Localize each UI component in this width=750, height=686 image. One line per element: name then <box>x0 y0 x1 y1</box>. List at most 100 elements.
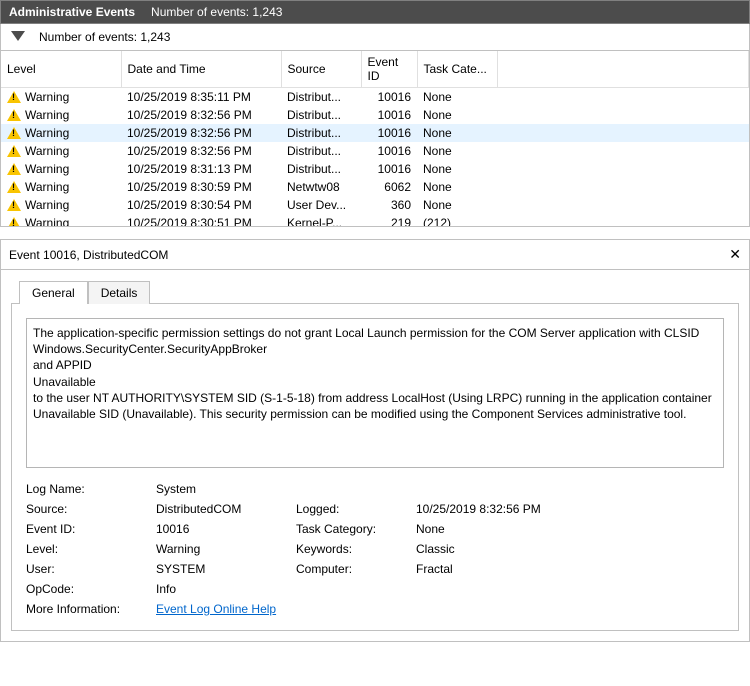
lbl-computer: Computer: <box>296 562 416 576</box>
cell-level: Warning <box>25 108 69 122</box>
detail-titlebar: Event 10016, DistributedCOM ✕ <box>1 240 749 270</box>
cell-date: 10/25/2019 8:32:56 PM <box>121 124 281 142</box>
val-opcode: Info <box>156 582 596 596</box>
table-header-row: Level Date and Time Source Event ID Task… <box>1 51 749 88</box>
lbl-level: Level: <box>26 542 156 556</box>
event-meta-grid: Log Name: System Source: DistributedCOM … <box>26 482 724 616</box>
table-row[interactable]: Warning10/25/2019 8:32:56 PMDistribut...… <box>1 142 749 160</box>
header-title: Administrative Events <box>9 5 135 19</box>
cell-source: Netwtw08 <box>281 178 361 196</box>
cell-event-id: 10016 <box>361 142 417 160</box>
cell-date: 10/25/2019 8:31:13 PM <box>121 160 281 178</box>
cell-task-cat: None <box>417 88 497 107</box>
events-table-scroll[interactable]: Level Date and Time Source Event ID Task… <box>0 51 750 227</box>
cell-level: Warning <box>25 162 69 176</box>
cell-level: Warning <box>25 198 69 212</box>
cell-event-id: 360 <box>361 196 417 214</box>
warning-icon <box>7 127 21 139</box>
cell-date: 10/25/2019 8:35:11 PM <box>121 88 281 107</box>
val-event-id: 10016 <box>156 522 296 536</box>
cell-task-cat: (212) <box>417 214 497 227</box>
val-task-cat: None <box>416 522 596 536</box>
cell-task-cat: None <box>417 142 497 160</box>
cell-source: Kernel-P... <box>281 214 361 227</box>
warning-icon <box>7 181 21 193</box>
cell-task-cat: None <box>417 178 497 196</box>
filter-icon[interactable] <box>11 31 25 43</box>
table-row[interactable]: Warning 10/25/2019 8:30:51 PMKernel-P...2… <box>1 214 749 227</box>
cell-level: Warning <box>25 90 69 104</box>
table-row[interactable]: Warning 10/25/2019 8:35:11 PMDistribut...… <box>1 88 749 107</box>
col-header-source[interactable]: Source <box>281 51 361 88</box>
event-detail-pane: Event 10016, DistributedCOM ✕ General De… <box>0 239 750 642</box>
cell-date: 10/25/2019 8:32:56 PM <box>121 106 281 124</box>
col-header-spacer <box>497 51 749 88</box>
header-bar: Administrative Events Number of events: … <box>0 0 750 24</box>
cell-source: Distribut... <box>281 88 361 107</box>
more-info-link[interactable]: Event Log Online Help <box>156 602 276 616</box>
filter-bar: Number of events: 1,243 <box>0 24 750 51</box>
cell-task-cat: None <box>417 106 497 124</box>
warning-icon <box>7 109 21 121</box>
val-logged: 10/25/2019 8:32:56 PM <box>416 502 596 516</box>
lbl-source: Source: <box>26 502 156 516</box>
cell-task-cat: None <box>417 196 497 214</box>
warning-icon <box>7 217 21 227</box>
header-count: Number of events: 1,243 <box>151 5 282 19</box>
close-icon[interactable]: ✕ <box>729 246 741 263</box>
lbl-keywords: Keywords: <box>296 542 416 556</box>
cell-task-cat: None <box>417 160 497 178</box>
cell-level: Warning <box>25 216 69 227</box>
warning-icon <box>7 145 21 157</box>
cell-event-id: 10016 <box>361 160 417 178</box>
val-user: SYSTEM <box>156 562 296 576</box>
cell-event-id: 10016 <box>361 124 417 142</box>
cell-source: Distribut... <box>281 124 361 142</box>
val-level: Warning <box>156 542 296 556</box>
cell-date: 10/25/2019 8:30:51 PM <box>121 214 281 227</box>
detail-title-text: Event 10016, DistributedCOM <box>9 248 168 262</box>
cell-source: Distribut... <box>281 160 361 178</box>
tab-page-general: The application-specific permission sett… <box>11 303 739 631</box>
col-header-task-category[interactable]: Task Cate... <box>417 51 497 88</box>
warning-icon <box>7 91 21 103</box>
val-computer: Fractal <box>416 562 596 576</box>
table-row[interactable]: Warning10/25/2019 8:30:54 PMUser Dev...3… <box>1 196 749 214</box>
cell-event-id: 6062 <box>361 178 417 196</box>
val-source: DistributedCOM <box>156 502 296 516</box>
cell-level: Warning <box>25 126 69 140</box>
table-row[interactable]: Warning 10/25/2019 8:32:56 PMDistribut...… <box>1 124 749 142</box>
cell-source: User Dev... <box>281 196 361 214</box>
warning-icon <box>7 163 21 175</box>
cell-level: Warning <box>25 144 69 158</box>
cell-source: Distribut... <box>281 142 361 160</box>
table-row[interactable]: Warning 10/25/2019 8:32:56 PMDistribut...… <box>1 106 749 124</box>
lbl-log-name: Log Name: <box>26 482 156 496</box>
cell-event-id: 219 <box>361 214 417 227</box>
events-table: Level Date and Time Source Event ID Task… <box>1 51 749 227</box>
tab-general[interactable]: General <box>19 281 88 304</box>
table-row[interactable]: Warning 10/25/2019 8:30:59 PMNetwtw086062… <box>1 178 749 196</box>
lbl-logged: Logged: <box>296 502 416 516</box>
col-header-event-id[interactable]: Event ID <box>361 51 417 88</box>
cell-event-id: 10016 <box>361 106 417 124</box>
cell-level: Warning <box>25 180 69 194</box>
cell-event-id: 10016 <box>361 88 417 107</box>
lbl-more-info: More Information: <box>26 602 156 616</box>
event-description[interactable]: The application-specific permission sett… <box>26 318 724 468</box>
filter-count: Number of events: 1,243 <box>39 30 170 44</box>
cell-task-cat: None <box>417 124 497 142</box>
table-row[interactable]: Warning 10/25/2019 8:31:13 PMDistribut...… <box>1 160 749 178</box>
lbl-user: User: <box>26 562 156 576</box>
lbl-opcode: OpCode: <box>26 582 156 596</box>
cell-source: Distribut... <box>281 106 361 124</box>
tab-details[interactable]: Details <box>88 281 151 304</box>
lbl-event-id: Event ID: <box>26 522 156 536</box>
col-header-level[interactable]: Level <box>1 51 121 88</box>
val-more-info: Event Log Online Help <box>156 602 596 616</box>
col-header-date[interactable]: Date and Time <box>121 51 281 88</box>
cell-date: 10/25/2019 8:30:59 PM <box>121 178 281 196</box>
val-log-name: System <box>156 482 596 496</box>
val-keywords: Classic <box>416 542 596 556</box>
tab-strip: General Details <box>1 270 749 303</box>
